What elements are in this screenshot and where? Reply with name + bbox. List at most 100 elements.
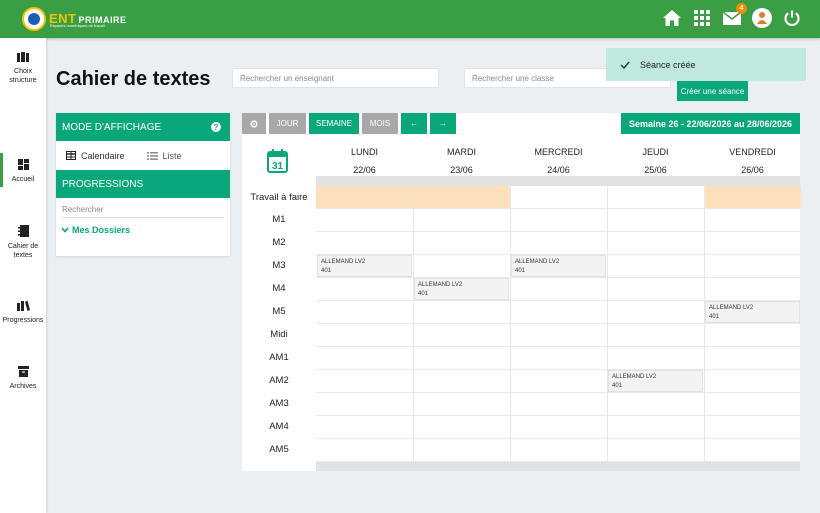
home-icon[interactable]: [662, 7, 682, 29]
slot-label: AM5: [269, 444, 289, 455]
session-room: 401: [612, 383, 623, 389]
slot-label: AM2: [269, 375, 289, 386]
session-room: 401: [321, 268, 332, 274]
session-event[interactable]: ALLEMAND LV2 401: [705, 301, 800, 323]
session-event[interactable]: ALLEMAND LV2 401: [317, 255, 412, 277]
sidebar-item-cahier-de-textes[interactable]: Cahier de textes: [0, 225, 46, 260]
column-divider: [413, 186, 414, 462]
slot-label: AM3: [269, 398, 289, 409]
todo-cell[interactable]: [413, 186, 510, 208]
sidebar-item-label: Progressions: [2, 317, 44, 324]
display-mode-options: Calendaire Liste: [56, 141, 230, 170]
chevron-down-icon: [61, 227, 69, 233]
next-week-button[interactable]: →: [430, 113, 456, 134]
gear-icon: [250, 119, 258, 128]
session-subject: ALLEMAND LV2: [418, 282, 463, 288]
row-divider: [316, 277, 800, 278]
todo-cell[interactable]: [607, 186, 704, 208]
slot-label: M1: [272, 214, 286, 225]
column-divider: [510, 186, 511, 462]
row-divider: [316, 369, 800, 370]
sidebar-item-choix-structure[interactable]: Choix structure: [0, 52, 46, 85]
view-day-button[interactable]: JOUR: [269, 113, 306, 134]
session-event[interactable]: ALLEMAND LV2 401: [511, 255, 606, 277]
sidebar-item-accueil[interactable]: Accueil: [0, 153, 46, 187]
sidebar-item-label: Accueil: [11, 176, 35, 183]
session-event[interactable]: ALLEMAND LV2 401: [414, 278, 509, 300]
todo-cell[interactable]: [510, 186, 607, 208]
sidebar-item-label: Choix structure: [9, 68, 37, 84]
sidebar-item-label: Cahier de textes: [7, 243, 39, 259]
row-divider: [316, 415, 800, 416]
notebook-icon: [17, 225, 29, 237]
day-name: JEUDI: [642, 147, 669, 157]
calendar-icon: 31: [267, 149, 288, 173]
progressions-search-input[interactable]: Rechercher: [62, 205, 224, 218]
mode-calendar-option[interactable]: Calendaire: [66, 151, 125, 161]
previous-week-button[interactable]: ←: [401, 113, 427, 134]
app-logo[interactable]: ENT PRIMAIRE Espaces numériques de travai…: [22, 6, 127, 32]
session-subject: ALLEMAND LV2: [709, 305, 754, 311]
day-header-mardi: MARDI 23/06: [413, 143, 510, 179]
sidebar-item-archives[interactable]: Archives: [0, 366, 46, 391]
column-divider: [607, 186, 608, 462]
session-subject: ALLEMAND LV2: [321, 259, 366, 265]
toast-message: Séance créée: [640, 59, 696, 70]
slot-label: Midi: [270, 329, 288, 340]
session-event[interactable]: ALLEMAND LV2 401: [608, 370, 703, 392]
help-icon[interactable]: ?: [211, 122, 221, 132]
user-avatar[interactable]: [752, 7, 772, 29]
slot-label: Travail à faire: [250, 192, 308, 203]
left-panel: MODE D'AFFICHAGE ? Calendaire Liste PROG…: [56, 113, 230, 256]
session-room: 401: [418, 291, 429, 297]
day-header-lundi: LUNDI 22/06: [316, 143, 413, 179]
slot-label: AM1: [269, 352, 289, 363]
create-session-button[interactable]: Créer une séance: [677, 81, 748, 101]
my-folders-label: Mes Dossiers: [72, 225, 131, 235]
row-divider: [316, 438, 800, 439]
mode-list-option[interactable]: Liste: [146, 151, 182, 161]
logo-emblem-icon: [22, 7, 46, 31]
day-name: VENDREDI: [729, 147, 776, 157]
my-folders-link[interactable]: Mes Dossiers: [61, 225, 230, 235]
row-divider: [316, 392, 800, 393]
view-month-button[interactable]: MOIS: [362, 113, 398, 134]
books-icon: [16, 300, 30, 311]
week-range-label: Semaine 26 - 22/06/2026 au 28/06/2026: [621, 113, 800, 134]
mode-calendar-label: Calendaire: [81, 150, 125, 161]
display-mode-header: MODE D'AFFICHAGE ?: [56, 113, 230, 141]
mail-icon[interactable]: 4: [722, 3, 747, 29]
day-header-vendredi: VENDREDI 26/06: [704, 143, 801, 179]
apps-grid-icon[interactable]: [692, 7, 712, 29]
todo-cell[interactable]: [316, 186, 413, 208]
slot-label: M2: [272, 237, 286, 248]
progressions-header: PROGRESSIONS: [56, 170, 230, 198]
todo-cell[interactable]: [704, 186, 801, 208]
footer-strip: [316, 462, 800, 471]
sidebar-item-progressions[interactable]: Progressions: [0, 300, 46, 325]
column-divider: [704, 186, 705, 462]
check-icon: [620, 61, 630, 69]
svg-text:31: 31: [272, 161, 284, 172]
settings-button[interactable]: [242, 113, 266, 134]
slot-label: M4: [272, 283, 286, 294]
day-header-jeudi: JEUDI 25/06: [607, 143, 704, 179]
slot-label: M5: [272, 306, 286, 317]
archive-icon: [17, 366, 29, 377]
sidebar: Choix structure Accueil Cahier de textes…: [0, 38, 46, 513]
top-bar: ENT PRIMAIRE Espaces numériques de travai…: [0, 0, 820, 38]
session-room: 401: [709, 314, 720, 320]
teacher-search-input[interactable]: Rechercher un enseignant: [232, 68, 439, 88]
row-divider: [316, 323, 800, 324]
view-week-button[interactable]: SEMAINE: [309, 113, 359, 134]
dashboard-icon: [17, 159, 29, 170]
header-divider-strip: [316, 176, 800, 186]
display-mode-title: MODE D'AFFICHAGE: [62, 121, 162, 133]
session-subject: ALLEMAND LV2: [515, 259, 560, 265]
power-icon[interactable]: [782, 7, 802, 29]
row-divider: [316, 208, 800, 209]
mail-count-badge: 4: [736, 3, 747, 14]
week-calendar: JOUR SEMAINE MOIS ← → Semaine 26 - 22/06…: [242, 113, 801, 471]
page-title: Cahier de textes: [56, 68, 211, 90]
session-room: 401: [515, 268, 526, 274]
